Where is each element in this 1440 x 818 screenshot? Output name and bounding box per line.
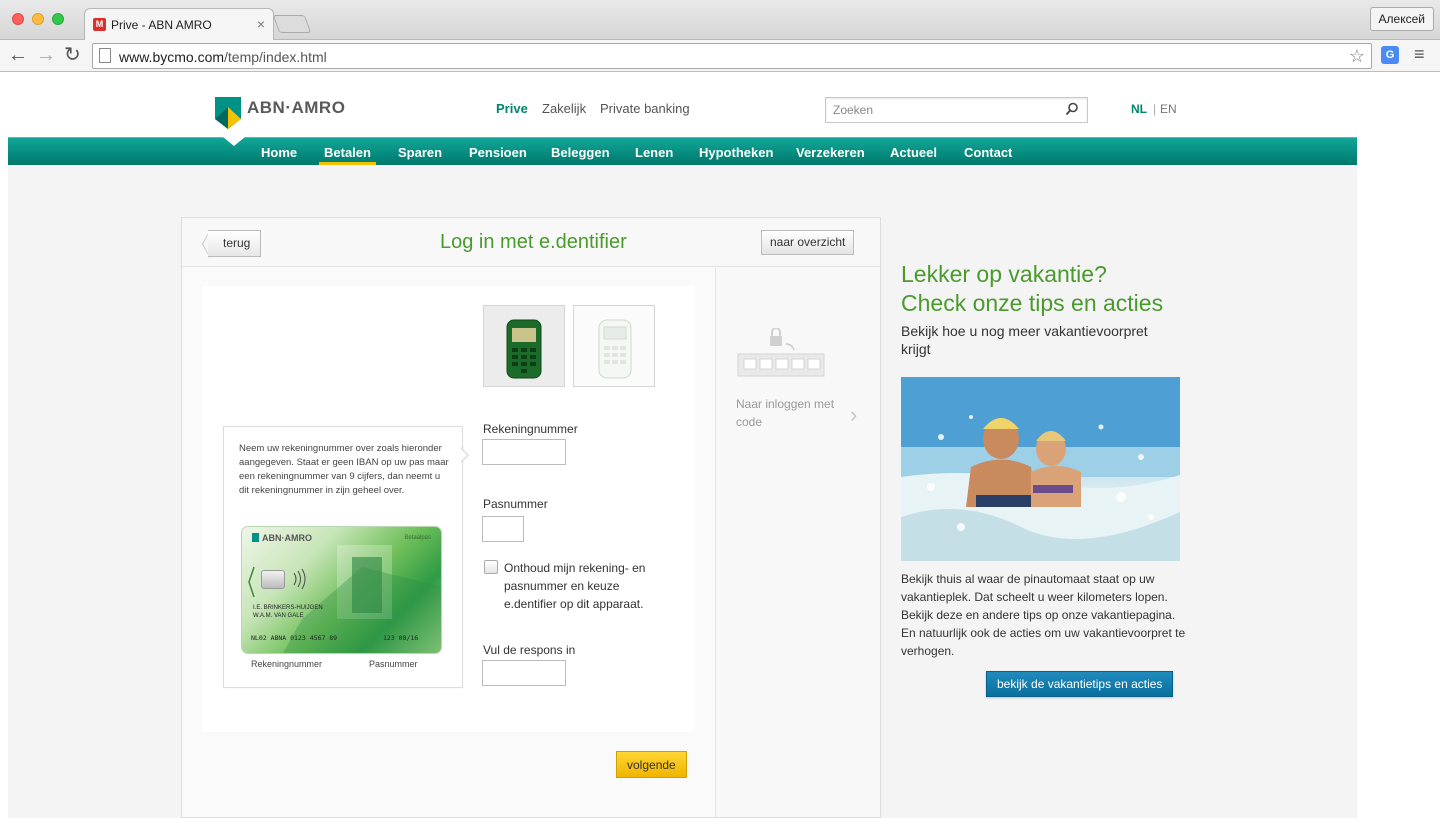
back-arrow-icon[interactable]: ← [8,44,28,66]
beach-couple-illustration [901,377,1180,561]
nav-item-contact[interactable]: Contact [964,145,1012,160]
edentifier-white-option[interactable] [573,305,655,387]
remember-label[interactable]: Onthoud mijn rekening- en pasnummer en k… [504,559,674,613]
reload-icon[interactable]: ↻ [64,44,81,66]
browser-toolbar: ← → ↻ www.bycmo.com/temp/index.html ☆ G … [0,40,1440,72]
pas-number-input[interactable] [482,516,524,542]
account-hint-box: Neem uw rekeningnummer over zoals hieron… [223,426,463,688]
chevron-right-icon[interactable]: › [850,402,857,428]
page-icon [99,48,111,63]
nav-item-betalen[interactable]: Betalen [319,145,376,165]
code-login-link[interactable]: Naar inloggen met code [736,395,856,431]
main-navigation: Home Betalen Sparen Pensioen Beleggen Le… [8,137,1357,165]
card-account-number: NL02 ABNA 0123 4567 89 [251,634,338,642]
search-input[interactable] [826,98,1046,122]
promo-button[interactable]: bekijk de vakantietips en acties [986,671,1174,697]
promo-beach-image[interactable] [901,377,1180,561]
nav-item-actueel[interactable]: Actueel [890,145,937,160]
card-label-pas: Pasnummer [369,659,418,669]
hint-pointer-fill [460,448,467,462]
language-nl-link[interactable]: NL [1131,102,1147,116]
card-pas-number: 123 08/16 [383,634,419,642]
url-text: www.bycmo.com/temp/index.html [119,49,327,65]
nav-item-sparen[interactable]: Sparen [398,145,442,160]
edentifier-green-option[interactable] [483,305,565,387]
browser-tab-active[interactable]: M Prive - ABN AMRO × [84,8,274,40]
window-maximize-button[interactable] [52,13,64,25]
bookmark-star-icon[interactable]: ☆ [1349,46,1365,67]
abn-amro-shield-icon[interactable] [215,97,241,129]
browser-titlebar: M Prive - ABN AMRO × Алексей [0,0,1440,40]
lock-keypad-icon [737,328,825,377]
language-separator: | [1153,102,1157,116]
remember-checkbox[interactable] [484,560,498,574]
url-path: /temp/index.html [224,49,327,65]
next-button[interactable]: volgende [616,751,687,778]
pas-number-label: Pasnummer [483,497,548,511]
card-label-account: Rekeningnummer [251,659,323,669]
response-label: Vul de respons in [483,643,576,657]
card-holder: I.E. BRINKERS-HUIJGEN W.A.M. VAN GALE [253,604,323,620]
bank-card-image: ABN·AMRO Betaalpas I.E. BRINKERS-HUIJGEN… [241,526,442,654]
account-number-input[interactable] [482,439,566,465]
promo-subtitle: Bekijk hoe u nog meer vakantievoorpret k… [901,323,1148,357]
nav-item-pensioen[interactable]: Pensioen [469,145,527,160]
promo-title-line2: Check onze tips en acties [901,290,1164,316]
window-minimize-button[interactable] [32,13,44,25]
tab-close-icon[interactable]: × [257,16,265,32]
login-panel: terug Log in met e.dentifier naar overzi… [181,217,881,818]
promo-title-line1: Lekker op vakantie? [901,261,1107,287]
web-page: ABN·AMRO Prive Zakelijk Private banking … [0,73,1440,818]
back-button[interactable]: terug [208,230,262,257]
logo-text[interactable]: ABN·AMRO [247,98,345,118]
response-input[interactable] [482,660,566,686]
nav-item-lenen[interactable]: Lenen [635,145,673,160]
card-holder-line1: I.E. BRINKERS-HUIJGEN [253,605,323,611]
login-title: Log in met e.dentifier [440,231,627,253]
nav-item-verzekeren[interactable]: Verzekeren [796,145,865,160]
browser-menu-icon[interactable]: ≡ [1414,44,1425,65]
login-header: terug Log in met e.dentifier naar overzi… [182,218,880,267]
login-form: Neem uw rekeningnummer over zoals hieron… [202,286,695,732]
account-number-label: Rekeningnummer [483,422,578,436]
search-box [825,97,1088,123]
window-close-button[interactable] [12,13,24,25]
translate-extension-icon[interactable]: G [1381,46,1399,64]
search-icon[interactable] [1065,102,1079,116]
nav-notch [223,137,245,146]
segment-private-banking-link[interactable]: Private banking [600,101,690,116]
overview-button[interactable]: naar overzicht [761,230,855,255]
code-login-option[interactable]: Naar inloggen met code › [715,268,880,817]
card-holder-line2: W.A.M. VAN GALE [253,613,304,619]
segment-zakelijk-link[interactable]: Zakelijk [542,101,586,116]
new-tab-button[interactable] [272,15,312,33]
nav-item-hypotheken[interactable]: Hypotheken [699,145,773,160]
hint-text: Neem uw rekeningnummer over zoals hieron… [239,443,449,496]
favicon-icon: M [93,18,106,31]
profile-button[interactable]: Алексей [1369,7,1434,31]
tab-title: Prive - ABN AMRO [111,18,212,32]
segment-prive-link[interactable]: Prive [496,101,528,116]
edentifier-green-icon [506,319,542,379]
language-en-link[interactable]: EN [1160,102,1177,116]
promo-body: Bekijk thuis al waar de pinautomaat staa… [901,572,1186,658]
nav-item-beleggen[interactable]: Beleggen [551,145,610,160]
card-chip [261,570,285,589]
edentifier-white-icon [598,319,632,379]
url-host: www.bycmo.com [119,49,225,65]
forward-arrow-icon[interactable]: → [36,44,56,66]
address-bar[interactable]: www.bycmo.com/temp/index.html ☆ [92,43,1372,69]
promo-title: Lekker op vakantie? Check onze tips en a… [901,260,1201,318]
nav-item-home[interactable]: Home [261,145,297,160]
